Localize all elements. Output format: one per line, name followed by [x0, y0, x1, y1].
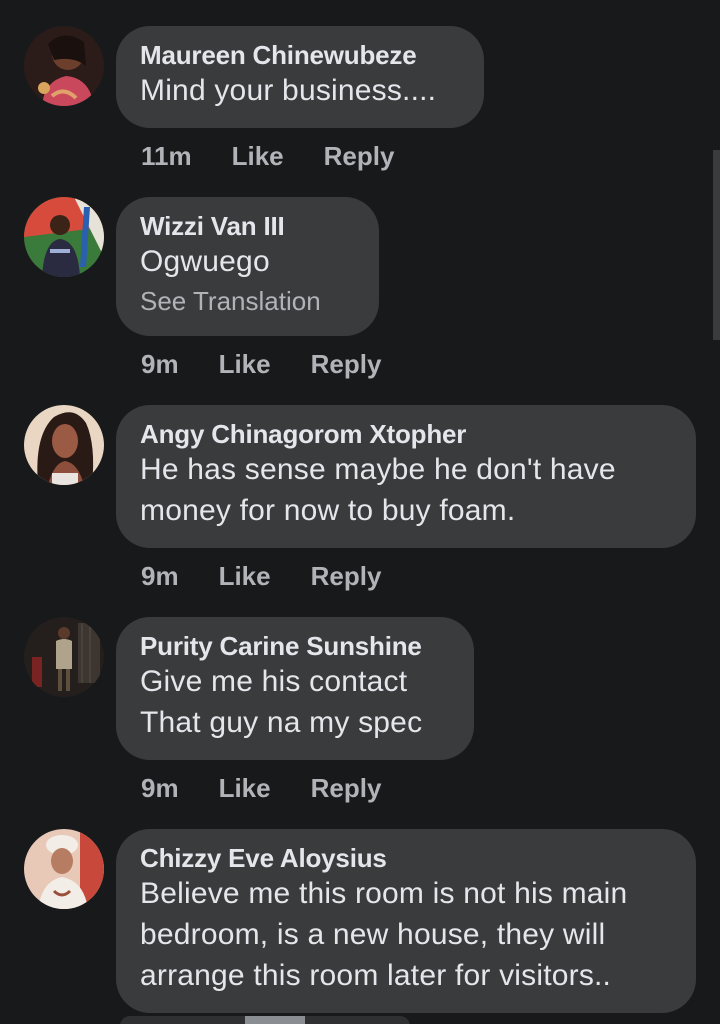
- avatar[interactable]: [24, 405, 104, 485]
- comment-text: Mind your business....: [140, 74, 437, 107]
- avatar[interactable]: [24, 617, 104, 697]
- comment-author[interactable]: Angy Chinagorom Xtopher: [140, 419, 672, 449]
- comment-text: He has sense maybe he don't have money f…: [140, 453, 616, 527]
- comment-actions: 9m Like Reply: [141, 770, 381, 806]
- avatar[interactable]: [24, 829, 104, 909]
- comment-bubble[interactable]: Chizzy Eve Aloysius Believe me this room…: [116, 829, 696, 1013]
- comment-actions: 11m Like Reply: [141, 138, 394, 174]
- comment-bubble[interactable]: Maureen Chinewubeze Mind your business..…: [116, 26, 484, 128]
- profile-photo-icon: [24, 26, 104, 106]
- comment-actions: 9m Like Reply: [141, 346, 381, 382]
- see-translation-link[interactable]: See Translation: [140, 282, 355, 320]
- profile-photo-icon: [24, 197, 104, 277]
- comments-screen: Maureen Chinewubeze Mind your business..…: [0, 0, 720, 1024]
- like-button[interactable]: Like: [232, 141, 284, 172]
- comment-author[interactable]: Wizzi Van III: [140, 211, 355, 241]
- comment-timestamp[interactable]: 9m: [141, 773, 179, 804]
- profile-photo-icon: [24, 829, 104, 909]
- comment-bubble[interactable]: Angy Chinagorom Xtopher He has sense may…: [116, 405, 696, 548]
- avatar[interactable]: [24, 26, 104, 106]
- comment-author[interactable]: Chizzy Eve Aloysius: [140, 843, 672, 873]
- comment-bubble[interactable]: Wizzi Van III Ogwuego See Translation: [116, 197, 379, 336]
- reply-button[interactable]: Reply: [311, 349, 382, 380]
- comment-text: Give me his contact That guy na my spec: [140, 665, 423, 739]
- reply-button[interactable]: Reply: [324, 141, 395, 172]
- next-comment-preview: [120, 1016, 410, 1024]
- comment-timestamp[interactable]: 11m: [141, 141, 192, 172]
- profile-photo-icon: [24, 617, 104, 697]
- profile-photo-icon: [24, 405, 104, 485]
- reply-button[interactable]: Reply: [311, 773, 382, 804]
- comment-actions: 9m Like Reply: [141, 558, 381, 594]
- scrollbar-thumb[interactable]: [713, 150, 720, 340]
- like-button[interactable]: Like: [219, 773, 271, 804]
- comment-author[interactable]: Maureen Chinewubeze: [140, 40, 460, 70]
- comment-bubble[interactable]: Purity Carine Sunshine Give me his conta…: [116, 617, 474, 760]
- avatar[interactable]: [24, 197, 104, 277]
- preview-image-fragment: [245, 1016, 305, 1024]
- comment-author[interactable]: Purity Carine Sunshine: [140, 631, 450, 661]
- comment-text: Believe me this room is not his main bed…: [140, 877, 628, 992]
- reply-button[interactable]: Reply: [311, 561, 382, 592]
- like-button[interactable]: Like: [219, 561, 271, 592]
- comment-timestamp[interactable]: 9m: [141, 349, 179, 380]
- like-button[interactable]: Like: [219, 349, 271, 380]
- comment-text: Ogwuego: [140, 245, 270, 278]
- comment-timestamp[interactable]: 9m: [141, 561, 179, 592]
